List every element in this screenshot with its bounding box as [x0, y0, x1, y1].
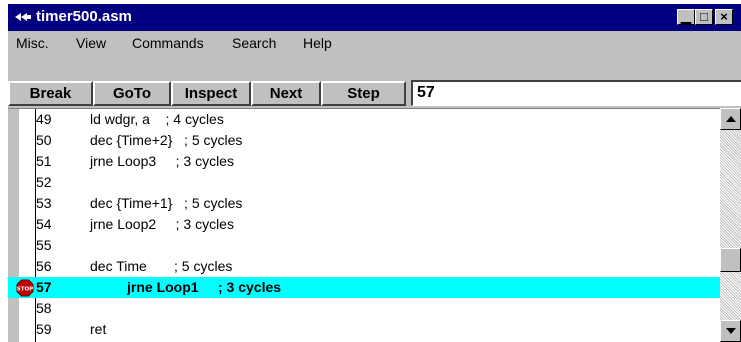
code-line[interactable]: 59 ret	[8, 319, 720, 340]
minimize-icon: ▁	[681, 9, 691, 24]
menu-bar: Misc. View Commands Search Help	[8, 31, 741, 55]
line-number: 49	[36, 111, 52, 127]
line-number: 51	[36, 153, 52, 169]
current-code-line[interactable]: 57 jrne Loop1 ; 3 cycles STOP	[8, 277, 720, 298]
breakpoint-label: STOP	[17, 287, 33, 293]
code-line[interactable]: 49 ld wdgr, a ; 4 cycles	[8, 109, 720, 130]
line-number: 58	[36, 300, 52, 316]
code-text: dec Time ; 5 cycles	[90, 258, 233, 274]
code-editor[interactable]: 49 ld wdgr, a ; 4 cycles 50 dec {Time+2} ; …	[8, 108, 720, 342]
arrow-up-icon	[726, 116, 736, 122]
maximize-button[interactable]: □	[695, 9, 713, 25]
menu-help[interactable]: Help	[303, 35, 332, 51]
code-line[interactable]: 51 jrne Loop3 ; 3 cycles	[8, 151, 720, 172]
menu-misc[interactable]: Misc.	[16, 35, 49, 51]
code-text: jrne Loop2 ; 3 cycles	[90, 216, 234, 232]
toolbar: Break GoTo Inspect Next Step 57	[8, 55, 741, 107]
goto-button[interactable]: GoTo	[93, 81, 171, 106]
line-number: 55	[36, 237, 52, 253]
code-line[interactable]: 50 dec {Time+2} ; 5 cycles	[8, 130, 720, 151]
line-number: 54	[36, 216, 52, 232]
close-icon: ×	[720, 9, 728, 24]
scroll-up-button[interactable]	[720, 108, 741, 130]
inspect-button[interactable]: Inspect	[171, 81, 251, 106]
window-title: timer500.asm	[36, 8, 132, 25]
line-number: 52	[36, 174, 52, 190]
code-line[interactable]: 55	[8, 235, 720, 256]
close-button[interactable]: ×	[715, 9, 733, 25]
line-number: 59	[36, 321, 52, 337]
app-icon	[15, 13, 31, 21]
line-number: 53	[36, 195, 52, 211]
menu-search[interactable]: Search	[232, 35, 276, 51]
code-text: ret	[90, 321, 107, 337]
next-button[interactable]: Next	[251, 81, 321, 106]
maximize-icon: □	[700, 9, 708, 24]
scroll-down-button[interactable]	[720, 320, 741, 342]
code-text: ld wdgr, a ; 4 cycles	[90, 111, 224, 127]
code-line[interactable]: 56 dec Time ; 5 cycles	[8, 256, 720, 277]
code-line[interactable]: 54 jrne Loop2 ; 3 cycles	[8, 214, 720, 235]
code-line[interactable]: 52	[8, 172, 720, 193]
arrow-down-icon	[726, 328, 736, 334]
vertical-scrollbar[interactable]	[720, 108, 741, 342]
line-number: 57	[36, 279, 52, 295]
line-number: 56	[36, 258, 52, 274]
step-button[interactable]: Step	[321, 81, 406, 106]
debugger-window: timer500.asm ▁ □ × Misc. View Commands S…	[8, 4, 741, 342]
code-text: jrne Loop1 ; 3 cycles	[127, 279, 282, 295]
code-line[interactable]: 53 dec {Time+1} ; 5 cycles	[8, 193, 720, 214]
code-text: dec {Time+2} ; 5 cycles	[90, 132, 243, 148]
menu-view[interactable]: View	[76, 35, 106, 51]
goto-line-input[interactable]: 57	[411, 80, 741, 106]
minimize-button[interactable]: ▁	[677, 9, 695, 25]
line-number: 50	[36, 132, 52, 148]
breakpoint-stop-icon[interactable]: STOP	[16, 279, 34, 297]
scroll-thumb[interactable]	[720, 248, 741, 272]
title-bar[interactable]: timer500.asm ▁ □ ×	[8, 4, 741, 31]
code-line[interactable]: 58	[8, 298, 720, 319]
break-button[interactable]: Break	[8, 81, 93, 106]
code-text: jrne Loop3 ; 3 cycles	[90, 153, 234, 169]
menu-commands[interactable]: Commands	[132, 35, 204, 51]
code-text: dec {Time+1} ; 5 cycles	[90, 195, 243, 211]
